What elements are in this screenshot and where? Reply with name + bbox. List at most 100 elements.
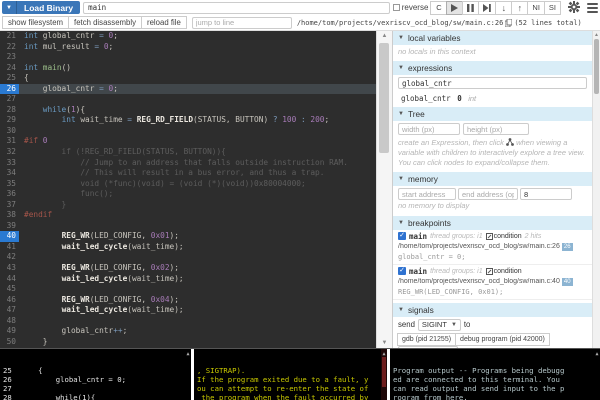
gutter-line-number-34[interactable]: 34 <box>0 168 19 179</box>
gutter-line-number-44[interactable]: 44 <box>0 274 19 285</box>
gutter-line-number-35[interactable]: 35 <box>0 179 19 190</box>
gutter-line-number-21[interactable]: 21 <box>0 31 19 42</box>
fetch-disassembly-button[interactable]: fetch disassembly <box>68 16 142 29</box>
program-output-terminal[interactable]: Program output -- Programs being debugge… <box>390 349 600 400</box>
terminal-scrollbar-thumb[interactable] <box>382 357 386 387</box>
continue-button[interactable]: C <box>430 1 447 15</box>
section-signals[interactable]: ▼ signals <box>393 303 592 317</box>
reverse-checkbox[interactable] <box>393 4 400 11</box>
gdb-terminal[interactable]: 25 {26 global_cntr = 0;2728 while(1){29 … <box>0 349 194 400</box>
menu-button[interactable] <box>587 1 598 15</box>
gutter-line-number-22[interactable]: 22 <box>0 42 19 53</box>
gutter-line-number-28[interactable]: 28 <box>0 105 19 116</box>
expression-result[interactable]: global_cntr 0 int <box>393 91 592 104</box>
settings-button[interactable] <box>568 1 580 15</box>
breakpoint-function: main <box>409 232 427 241</box>
step-into-button[interactable]: ↓ <box>495 1 512 15</box>
step-instruction-button[interactable]: SI <box>544 1 561 15</box>
gdb-mi-terminal[interactable]: , SIGTRAP).If the program exited due to … <box>194 349 390 400</box>
code-line-29: 29 int wait_time = REG_RD_FIELD(STATUS, … <box>0 115 376 126</box>
reload-file-button[interactable]: reload file <box>141 16 187 29</box>
terminal-scrollbar[interactable]: ▲ <box>381 349 387 400</box>
next-instruction-button[interactable]: NI <box>527 1 545 15</box>
breakpoint-condition-button[interactable]: condition <box>486 233 522 240</box>
tree-height-input[interactable] <box>463 123 529 135</box>
gutter-line-number-31[interactable]: 31 <box>0 136 19 147</box>
sidebar-scrollbar-thumb[interactable] <box>594 39 599 94</box>
signal-select[interactable]: SIGINT ▼ <box>418 319 461 331</box>
signal-other-pid-input[interactable] <box>398 346 458 349</box>
gutter-line-number-30[interactable]: 30 <box>0 126 19 137</box>
gutter-line-number-47[interactable]: 47 <box>0 305 19 316</box>
breakpoint-condition-button[interactable]: condition <box>486 268 522 275</box>
gutter-line-number-29[interactable]: 29 <box>0 115 19 126</box>
gutter-line-number-25[interactable]: 25 <box>0 73 19 84</box>
gutter-line-number-41[interactable]: 41 <box>0 242 19 253</box>
scroll-up-arrow-icon[interactable]: ▲ <box>593 32 600 38</box>
gutter-line-number-48[interactable]: 48 <box>0 316 19 327</box>
source-scrollbar-thumb[interactable] <box>379 43 389 153</box>
breakpoint-checkbox[interactable]: ✓ <box>398 232 406 240</box>
scroll-down-arrow-icon[interactable]: ▼ <box>377 340 392 346</box>
run-button[interactable] <box>446 1 463 15</box>
gutter-line-number-42[interactable]: 42 <box>0 252 19 263</box>
section-tree[interactable]: ▼ Tree <box>393 107 592 121</box>
jump-to-line-input[interactable] <box>192 17 292 29</box>
breakpoint-path-text: /home/tom/projects/vexriscv_ocd_blog/sw/… <box>398 243 560 250</box>
scroll-up-arrow-icon[interactable]: ▲ <box>594 350 600 359</box>
memory-start-address-input[interactable] <box>398 188 456 200</box>
gutter-line-number-23[interactable]: 23 <box>0 52 19 63</box>
pause-button[interactable] <box>462 1 479 15</box>
section-expressions[interactable]: ▼ expressions <box>393 61 592 75</box>
show-filesystem-button[interactable]: show filesystem <box>2 16 69 29</box>
gutter-line-number-24[interactable]: 24 <box>0 63 19 74</box>
breakpoint-item[interactable]: ✓ main thread groups: i1 condition /home… <box>393 265 592 300</box>
gutter-line-number-27[interactable]: 27 <box>0 94 19 105</box>
breakpoint-checkbox[interactable]: ✓ <box>398 267 406 275</box>
section-title: local variables <box>408 33 461 43</box>
reverse-toggle[interactable]: reverse <box>393 3 429 12</box>
source-scrollbar[interactable]: ▲ ▼ <box>376 31 392 348</box>
breakpoint-hits: 2 hits <box>525 233 542 240</box>
memory-bytes-per-line-input[interactable] <box>520 188 572 200</box>
gutter-line-number-43[interactable]: 43 <box>0 263 19 274</box>
section-memory[interactable]: ▼ memory <box>393 172 592 186</box>
gutter-line-number-45[interactable]: 45 <box>0 284 19 295</box>
gutter-line-number-39[interactable]: 39 <box>0 221 19 232</box>
gutter-line-number-46[interactable]: 46 <box>0 295 19 306</box>
section-local-variables[interactable]: ▼ local variables <box>393 31 592 45</box>
gutter-line-number-37[interactable]: 37 <box>0 200 19 211</box>
scroll-up-arrow-icon[interactable]: ▲ <box>185 350 191 359</box>
step-out-button[interactable]: ↑ <box>511 1 528 15</box>
section-breakpoints[interactable]: ▼ breakpoints <box>393 216 592 230</box>
memory-empty-text: no memory to display <box>393 200 592 212</box>
next-button[interactable] <box>478 1 496 15</box>
code-line-35: 35 void (*func)(void) = (void (*)(void))… <box>0 179 376 190</box>
gutter-line-number-33[interactable]: 33 <box>0 158 19 169</box>
load-binary-button[interactable]: Load Binary <box>17 1 80 14</box>
section-title: memory <box>408 174 438 184</box>
terminal-scrollbar[interactable]: ▲ <box>185 349 191 400</box>
memory-end-address-input[interactable] <box>458 188 518 200</box>
scroll-up-arrow-icon[interactable]: ▲ <box>377 33 392 39</box>
signal-program-target-button[interactable]: debug program (pid 42000) <box>455 333 550 346</box>
sidebar-scrollbar[interactable]: ▲ <box>592 31 600 348</box>
breakpoint-function: main <box>409 267 427 276</box>
expression-input[interactable] <box>398 77 587 89</box>
tree-width-input[interactable] <box>398 123 460 135</box>
gutter-line-number-26[interactable]: 26 <box>0 84 19 95</box>
gutter-line-number-38[interactable]: 38 <box>0 210 19 221</box>
terminal-scrollbar[interactable]: ▲ <box>594 349 600 400</box>
gutter-line-number-50[interactable]: 50 <box>0 337 19 348</box>
gutter-line-number-40[interactable]: 40 <box>0 231 19 242</box>
signal-gdb-target-button[interactable]: gdb (pid 21255) <box>397 333 456 346</box>
binary-path-input[interactable] <box>83 2 390 14</box>
load-binary-dropdown-button[interactable]: ▼ <box>2 1 17 14</box>
copy-icon[interactable] <box>505 19 512 27</box>
edit-icon <box>486 268 493 275</box>
gutter-line-number-36[interactable]: 36 <box>0 189 19 200</box>
chevron-down-icon: ▼ <box>398 220 404 226</box>
gutter-line-number-32[interactable]: 32 <box>0 147 19 158</box>
gutter-line-number-49[interactable]: 49 <box>0 326 19 337</box>
breakpoint-item[interactable]: ✓ main thread groups: i1 condition 2 hit… <box>393 230 592 265</box>
